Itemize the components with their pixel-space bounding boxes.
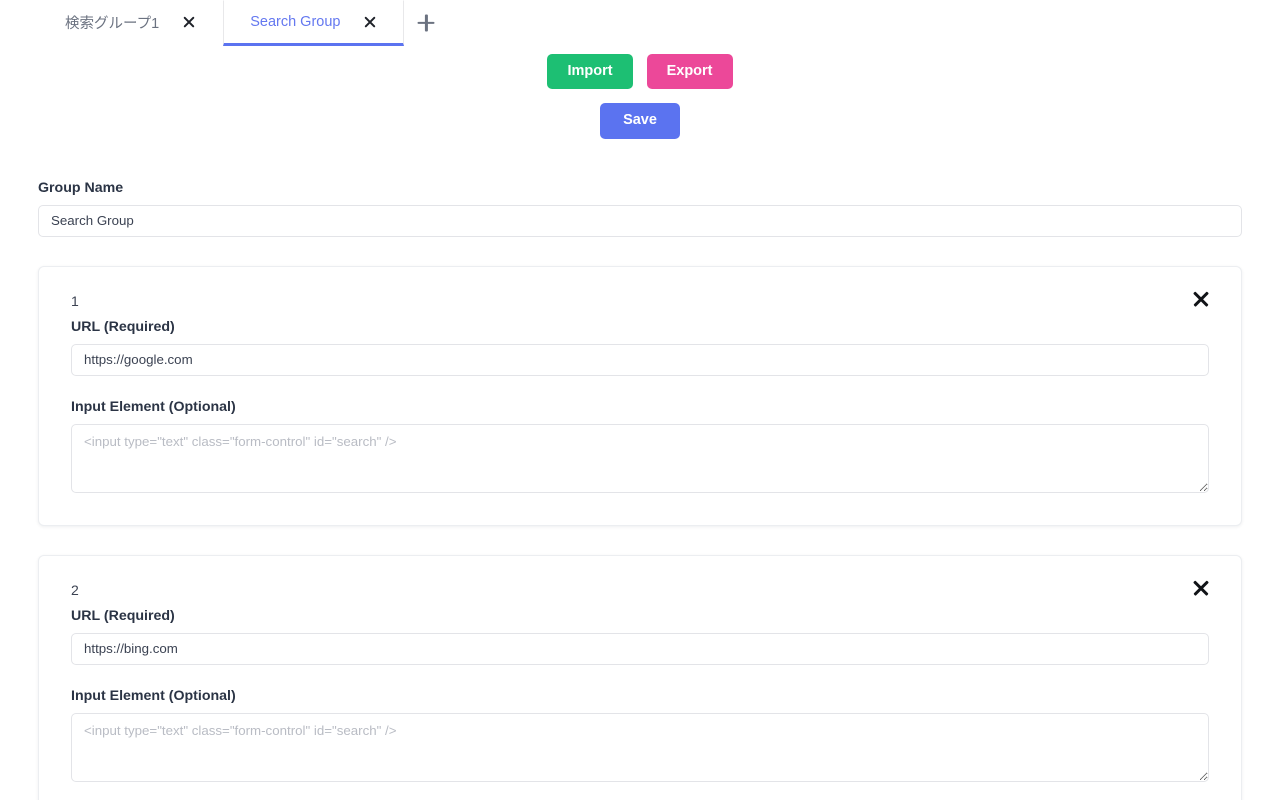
close-icon[interactable]: [362, 15, 377, 30]
search-entry-card: 1 URL (Required) Input Element (Optional…: [38, 265, 1242, 526]
import-button[interactable]: Import: [547, 54, 633, 90]
group-name-input[interactable]: [38, 204, 1242, 237]
import-export-row: Import Export: [0, 54, 1280, 90]
url-label: URL (Required): [71, 318, 175, 335]
url-input[interactable]: [71, 632, 1209, 665]
input-element-label: Input Element (Optional): [71, 398, 236, 415]
close-icon[interactable]: [1191, 289, 1211, 309]
input-element-textarea[interactable]: [71, 423, 1209, 493]
export-button[interactable]: Export: [646, 54, 733, 90]
save-button[interactable]: Save: [600, 103, 680, 139]
search-entry-card: 2 URL (Required) Input Element (Optional…: [38, 554, 1242, 800]
group-name-field: Group Name: [38, 180, 1242, 237]
url-input[interactable]: [71, 343, 1209, 376]
tab-search-group-1[interactable]: 検索グループ1: [38, 0, 224, 46]
card-index: 1: [71, 292, 79, 309]
close-icon[interactable]: [1191, 578, 1211, 598]
tab-search-group[interactable]: Search Group: [223, 0, 405, 46]
close-icon[interactable]: [181, 15, 196, 30]
main-content: Group Name 1 URL (Required) Input Elemen…: [0, 180, 1280, 800]
card-index: 2: [71, 581, 79, 598]
url-label: URL (Required): [71, 607, 175, 624]
input-element-label: Input Element (Optional): [71, 687, 236, 704]
plus-icon[interactable]: [404, 0, 448, 46]
input-element-textarea[interactable]: [71, 712, 1209, 782]
group-name-label: Group Name: [38, 179, 124, 196]
tab-bar: 検索グループ1 Search Group: [0, 0, 1280, 46]
save-row: Save: [0, 103, 1280, 139]
tab-label: 検索グループ1: [65, 15, 160, 32]
tab-label: Search Group: [250, 14, 341, 30]
